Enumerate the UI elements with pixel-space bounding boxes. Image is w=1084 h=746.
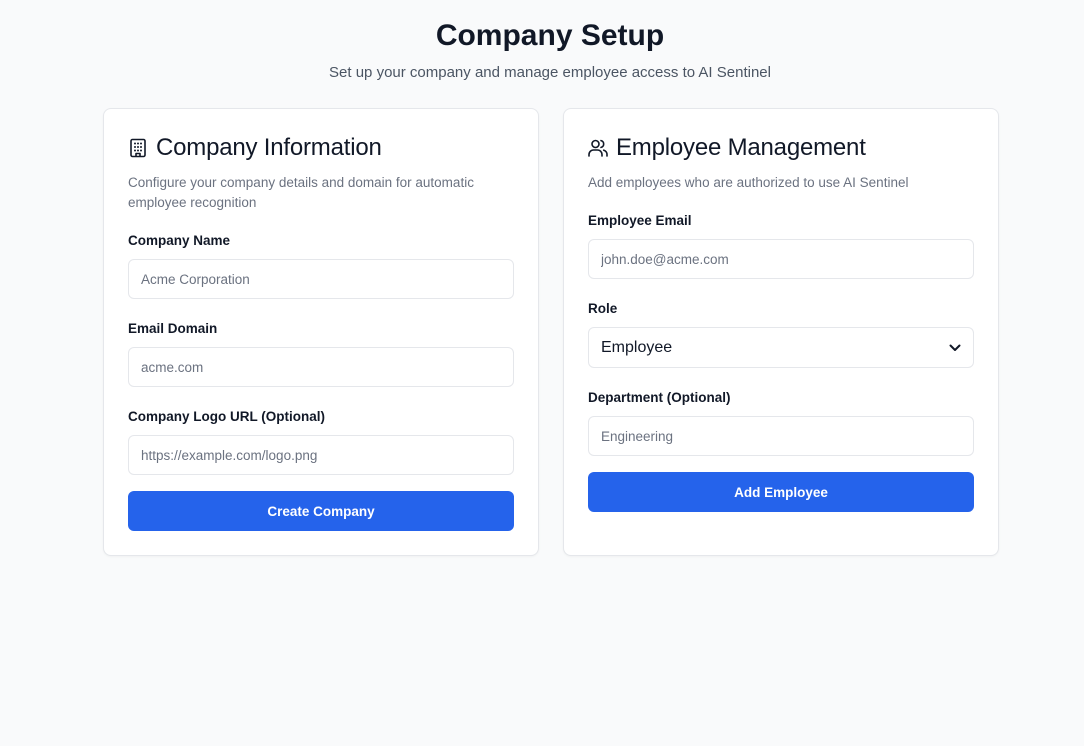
department-input[interactable] (588, 416, 974, 456)
create-company-button[interactable]: Create Company (128, 491, 514, 531)
role-selected-value: Employee (601, 338, 673, 356)
employee-management-card: Employee Management Add employees who ar… (563, 108, 999, 556)
company-name-label: Company Name (128, 233, 231, 248)
company-card-header: Company Information Configure your compa… (128, 133, 514, 213)
role-label: Role (588, 301, 618, 316)
role-select[interactable]: Employee (588, 327, 974, 368)
add-employee-button[interactable]: Add Employee (588, 472, 974, 512)
employee-card-header: Employee Management Add employees who ar… (588, 133, 974, 193)
company-card-title: Company Information (156, 134, 382, 161)
employee-email-label: Employee Email (588, 213, 692, 228)
page-subtitle: Set up your company and manage employee … (329, 64, 771, 81)
building-icon (128, 138, 148, 158)
email-domain-input[interactable] (128, 347, 514, 387)
company-information-card: Company Information Configure your compa… (103, 108, 539, 556)
employee-card-description: Add employees who are authorized to use … (588, 175, 909, 190)
chevron-down-icon (949, 339, 961, 357)
company-logo-url-label: Company Logo URL (Optional) (128, 409, 325, 424)
employee-card-title: Employee Management (616, 134, 866, 161)
department-label: Department (Optional) (588, 390, 731, 405)
company-name-input[interactable] (128, 259, 514, 299)
users-icon (588, 138, 608, 158)
employee-email-input[interactable] (588, 239, 974, 279)
email-domain-label: Email Domain (128, 321, 218, 336)
company-logo-url-input[interactable] (128, 435, 514, 475)
company-card-description: Configure your company details and domai… (128, 175, 474, 210)
page-title: Company Setup (435, 19, 665, 52)
